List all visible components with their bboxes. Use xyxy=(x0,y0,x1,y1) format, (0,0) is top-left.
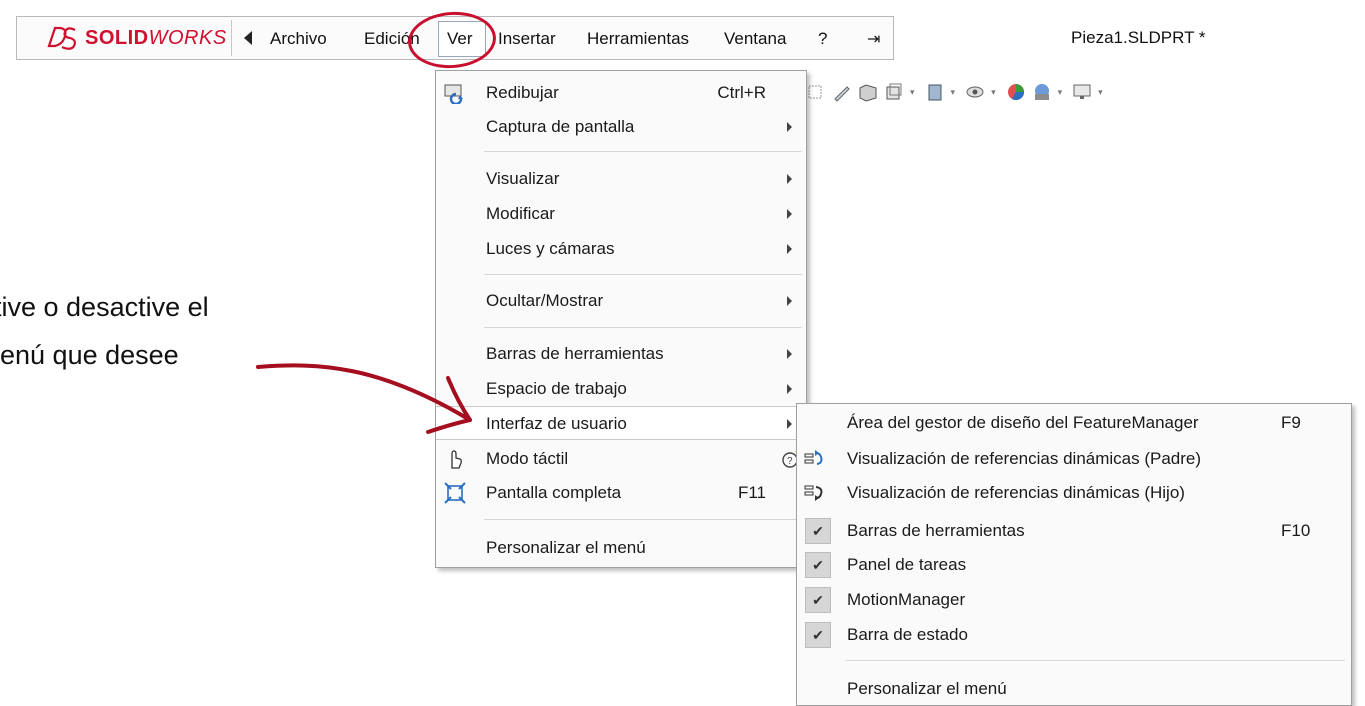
submenu-arrow-icon xyxy=(787,244,792,254)
note-line-1: tive o desactive el xyxy=(0,292,209,322)
submenu-item-motionmanager[interactable]: ✔ MotionManager xyxy=(797,583,1351,617)
separator xyxy=(845,660,1345,661)
submenu-item-personalizar[interactable]: Personalizar el menú xyxy=(797,672,1351,706)
menu-item-label: Barras de herramientas xyxy=(486,344,664,363)
dropdown-arrow-icon[interactable]: ▾ xyxy=(910,87,915,98)
shortcut-label: F10 xyxy=(1281,521,1311,540)
menu-item-personalizar[interactable]: Personalizar el menú xyxy=(436,531,806,565)
menu-item-espacio-trabajo[interactable]: Espacio de trabajo xyxy=(436,372,806,406)
menu-item-label: Visualización de referencias dinámicas (… xyxy=(847,483,1185,502)
submenu-arrow-icon xyxy=(787,349,792,359)
submenu-arrow-icon xyxy=(787,174,792,184)
shortcut-label: F9 xyxy=(1281,413,1301,432)
submenu-item-ref-hijo[interactable]: Visualización de referencias dinámicas (… xyxy=(797,476,1351,510)
note-line-2: enú que desee xyxy=(0,340,179,370)
checkmark-icon: ✔ xyxy=(805,518,831,544)
submenu-arrow-icon xyxy=(787,209,792,219)
submenu-item-featuremanager[interactable]: Área del gestor de diseño del FeatureMan… xyxy=(797,406,1351,440)
menu-item-captura[interactable]: Captura de pantalla xyxy=(436,110,806,144)
touch-mode-icon xyxy=(451,450,462,469)
dynamic-reference-child-icon xyxy=(804,485,823,501)
submenu-arrow-icon xyxy=(787,384,792,394)
menu-herramientas[interactable]: Herramientas xyxy=(587,29,689,49)
shortcut-label: Ctrl+R xyxy=(717,83,766,102)
menu-item-modo-tactil[interactable]: Modo táctil ?* xyxy=(436,442,806,476)
separator xyxy=(484,274,802,275)
heads-up-view-toolbar: ▾ ▾ ▾ ▾ ▾ xyxy=(806,80,1113,104)
dropdown-arrow-icon[interactable]: ▾ xyxy=(951,87,956,98)
menu-item-label: Área del gestor de diseño del FeatureMan… xyxy=(847,413,1199,432)
monitor-icon[interactable] xyxy=(1072,82,1092,102)
submenu-arrow-icon xyxy=(787,296,792,306)
solidworks-logo[interactable]: SOLIDWORKS xyxy=(45,23,227,53)
display-style-icon[interactable] xyxy=(884,82,904,102)
ds-logo-icon xyxy=(47,26,76,50)
collapse-arrow-icon[interactable] xyxy=(244,31,252,45)
dropdown-arrow-icon[interactable]: ▾ xyxy=(1058,87,1063,98)
brand-name: SOLIDWORKS xyxy=(85,26,227,49)
dropdown-arrow-icon[interactable]: ▾ xyxy=(1098,87,1103,98)
ver-menu: Redibujar Ctrl+R Captura de pantalla Vis… xyxy=(435,70,807,568)
redraw-icon xyxy=(444,84,463,104)
submenu-item-barra-estado[interactable]: ✔ Barra de estado xyxy=(797,618,1351,652)
menu-item-label: Modo táctil xyxy=(486,449,569,468)
menu-item-label: Redibujar xyxy=(486,83,559,102)
checkmark-icon: ✔ xyxy=(805,622,831,648)
checkmark-icon: ✔ xyxy=(805,587,831,613)
svg-text:?: ? xyxy=(787,456,793,467)
separator xyxy=(231,20,232,56)
menu-item-label: Personalizar el menú xyxy=(847,679,1007,698)
dropdown-arrow-icon[interactable]: ▾ xyxy=(991,87,996,98)
menu-item-ocultar-mostrar[interactable]: Ocultar/Mostrar xyxy=(436,284,806,318)
menu-item-label: Barra de estado xyxy=(847,625,968,644)
menu-item-label: Modificar xyxy=(486,204,555,223)
pin-menu-icon[interactable]: ⇥ xyxy=(867,29,880,49)
menu-item-redibujar[interactable]: Redibujar Ctrl+R xyxy=(436,76,806,110)
submenu-item-ref-padre[interactable]: Visualización de referencias dinámicas (… xyxy=(797,442,1351,476)
separator xyxy=(484,151,802,152)
edit-appearance-icon[interactable] xyxy=(832,82,852,102)
view-settings-icon[interactable] xyxy=(1006,82,1026,102)
menu-item-interfaz-usuario[interactable]: Interfaz de usuario xyxy=(436,406,806,440)
menu-archivo[interactable]: Archivo xyxy=(270,29,327,49)
display-icon[interactable] xyxy=(1032,82,1052,102)
submenu-item-barras[interactable]: ✔ Barras de herramientas F10 xyxy=(797,514,1351,548)
menu-item-label: Visualizar xyxy=(486,169,560,188)
menu-help[interactable]: ? xyxy=(818,29,827,49)
menu-item-label: MotionManager xyxy=(847,590,966,609)
separator xyxy=(484,327,802,328)
document-title: Pieza1.SLDPRT * xyxy=(1071,28,1206,47)
menu-item-luces[interactable]: Luces y cámaras xyxy=(436,232,806,266)
submenu-item-panel-tareas[interactable]: ✔ Panel de tareas xyxy=(797,548,1351,582)
menu-item-label: Ocultar/Mostrar xyxy=(486,291,604,310)
dynamic-reference-parent-icon xyxy=(804,450,823,465)
menu-ventana[interactable]: Ventana xyxy=(724,29,786,49)
menu-item-label: Interfaz de usuario xyxy=(486,414,627,433)
menu-item-label: Panel de tareas xyxy=(847,555,967,574)
menu-item-visualizar[interactable]: Visualizar xyxy=(436,162,806,196)
interfaz-usuario-submenu: Área del gestor de diseño del FeatureMan… xyxy=(796,403,1352,706)
apply-scene-icon[interactable] xyxy=(965,82,985,102)
menu-item-label: Personalizar el menú xyxy=(486,538,646,557)
full-screen-icon xyxy=(444,482,466,504)
instruction-note: tive o desactive el enú que desee xyxy=(0,283,300,379)
menu-item-label: Pantalla completa xyxy=(486,483,622,502)
hide-show-icon[interactable] xyxy=(925,82,945,102)
view-orientation-icon[interactable] xyxy=(858,82,878,102)
menu-item-label: Espacio de trabajo xyxy=(486,379,627,398)
menu-item-label: Visualización de referencias dinámicas (… xyxy=(847,449,1202,468)
menu-item-label: Luces y cámaras xyxy=(486,239,615,258)
checkmark-icon: ✔ xyxy=(805,552,831,578)
menu-item-pantalla-completa[interactable]: Pantalla completa F11 xyxy=(436,476,806,510)
submenu-arrow-icon xyxy=(787,419,792,429)
shortcut-label: F11 xyxy=(737,483,766,502)
separator xyxy=(484,519,802,520)
menu-item-barras[interactable]: Barras de herramientas xyxy=(436,337,806,371)
menu-item-modificar[interactable]: Modificar xyxy=(436,197,806,231)
section-view-icon[interactable] xyxy=(806,82,826,102)
menu-insertar[interactable]: Insertar xyxy=(498,29,556,49)
submenu-arrow-icon xyxy=(787,122,792,132)
menu-item-label: Barras de herramientas xyxy=(847,521,1025,540)
menu-item-label: Captura de pantalla xyxy=(486,117,635,136)
